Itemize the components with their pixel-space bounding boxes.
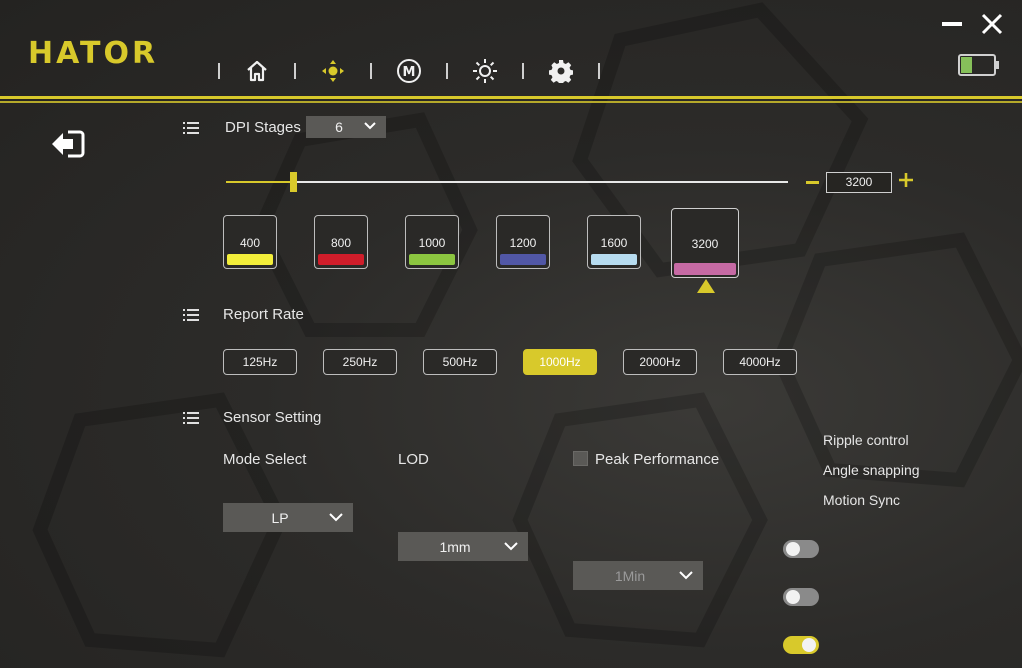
sensor-setting-label: Sensor Setting	[223, 409, 322, 426]
report-rate-2000hz-button[interactable]: 2000Hz	[623, 349, 697, 375]
report-rate-125hz-button[interactable]: 125Hz	[223, 349, 297, 375]
menu-icon	[183, 309, 199, 321]
dpi-stage-1000[interactable]: 1000	[405, 215, 459, 269]
dpi-icon[interactable]	[320, 58, 346, 84]
chevron-down-icon	[504, 541, 518, 550]
header-divider	[0, 96, 1022, 99]
report-rate-label: Report Rate	[223, 306, 304, 323]
exit-icon	[52, 130, 85, 158]
dpi-stages-value: 6	[335, 119, 343, 135]
peak-performance-dropdown[interactable]: 1Min	[573, 561, 703, 590]
report-rate-4000hz-button[interactable]: 4000Hz	[723, 349, 797, 375]
chevron-down-icon	[679, 570, 693, 579]
dpi-stage-value: 1000	[418, 236, 446, 250]
plus-icon	[899, 173, 913, 187]
dpi-stage-color-bar	[227, 254, 273, 265]
mode-select-value: LP	[271, 509, 289, 526]
dpi-slider-track[interactable]	[226, 181, 788, 183]
dpi-stage-color-bar	[591, 254, 637, 265]
nav-separator	[218, 63, 220, 79]
dpi-slider-fill	[226, 181, 293, 183]
dpi-stage-color-bar	[500, 254, 546, 265]
ripple-control-toggle[interactable]	[783, 540, 819, 558]
mode-select-label: Mode Select	[223, 451, 307, 468]
toggle-knob	[786, 590, 800, 604]
selected-stage-pointer	[697, 279, 715, 293]
dpi-stage-value: 800	[330, 236, 352, 250]
dpi-stage-value: 3200	[691, 237, 719, 251]
nav-separator	[446, 63, 448, 79]
dpi-stage-400[interactable]: 400	[223, 215, 277, 269]
peak-performance-value: 1Min	[614, 567, 646, 584]
macro-icon[interactable]: M	[396, 58, 422, 84]
dpi-stage-value: 400	[239, 236, 261, 250]
motion-sync-toggle[interactable]	[783, 636, 819, 654]
dpi-stage-3200[interactable]: 3200	[671, 208, 739, 278]
settings-icon[interactable]	[548, 58, 574, 84]
menu-icon	[183, 122, 199, 134]
dpi-increase-button[interactable]	[898, 172, 914, 188]
report-rate-250hz-button[interactable]: 250Hz	[323, 349, 397, 375]
lod-select-dropdown[interactable]: 1mm	[398, 532, 528, 561]
peak-performance-label: Peak Performance	[595, 451, 720, 468]
nav-separator	[370, 63, 372, 79]
nav-separator	[598, 63, 600, 79]
lod-label: LOD	[398, 451, 429, 468]
dpi-value-input[interactable]: 3200	[826, 172, 892, 193]
dpi-slider-thumb[interactable]	[290, 172, 297, 192]
dpi-stages-label: DPI Stages	[225, 119, 301, 136]
ripple-control-label: Ripple control	[823, 432, 909, 448]
dpi-stage-value: 1200	[509, 236, 537, 250]
report-rate-1000hz-button[interactable]: 1000Hz	[523, 349, 597, 375]
report-rate-500hz-button[interactable]: 500Hz	[423, 349, 497, 375]
home-icon[interactable]	[244, 58, 270, 84]
chevron-down-icon	[364, 122, 376, 130]
dpi-stage-1200[interactable]: 1200	[496, 215, 550, 269]
dpi-decrease-button[interactable]	[806, 181, 819, 184]
dpi-stage-color-bar	[409, 254, 455, 265]
nav-separator	[522, 63, 524, 79]
motion-sync-label: Motion Sync	[823, 492, 901, 508]
dpi-stage-color-bar	[674, 263, 736, 275]
close-icon	[981, 13, 1003, 35]
dpi-stage-800[interactable]: 800	[314, 215, 368, 269]
lighting-icon[interactable]	[472, 58, 498, 84]
menu-icon	[183, 412, 199, 424]
brand-logo: HATOR	[28, 36, 159, 71]
close-button[interactable]	[980, 12, 1004, 36]
minimize-button[interactable]	[942, 22, 962, 26]
angle-snapping-toggle[interactable]	[783, 588, 819, 606]
dpi-stages-select[interactable]: 6	[306, 116, 386, 138]
angle-snapping-label: Angle snapping	[823, 462, 920, 478]
header-divider-secondary	[0, 101, 1022, 103]
dpi-stage-value: 1600	[600, 236, 628, 250]
lod-select-value: 1mm	[439, 538, 471, 555]
battery-icon	[958, 54, 999, 76]
nav-separator	[294, 63, 296, 79]
battery-indicator	[958, 54, 999, 76]
toggle-knob	[786, 542, 800, 556]
chevron-down-icon	[329, 512, 343, 521]
mode-select-dropdown[interactable]: LP	[223, 503, 353, 532]
logout-button[interactable]	[50, 128, 90, 164]
dpi-stage-1600[interactable]: 1600	[587, 215, 641, 269]
macro-letter: M	[403, 65, 416, 80]
main-nav: M	[218, 58, 624, 84]
peak-performance-checkbox[interactable]	[573, 451, 588, 466]
dpi-stage-color-bar	[318, 254, 364, 265]
toggle-knob	[802, 638, 816, 652]
